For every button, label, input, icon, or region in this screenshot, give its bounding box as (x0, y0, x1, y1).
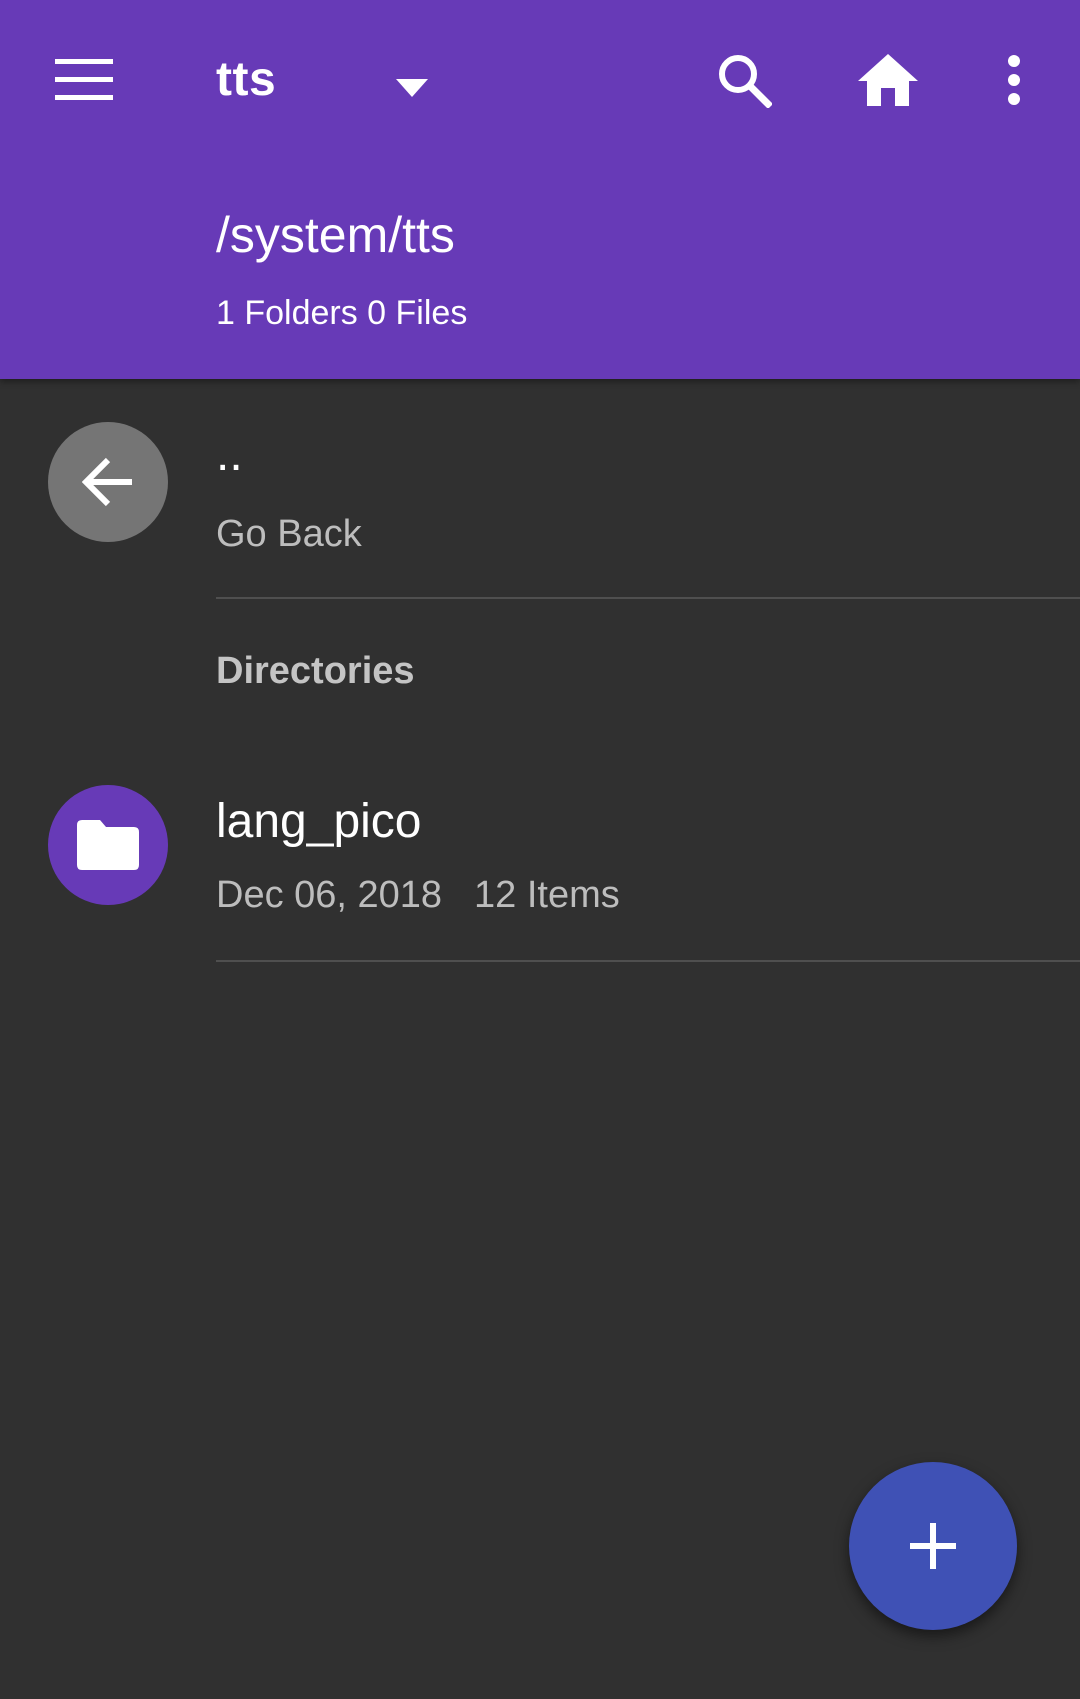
folder-item-count: 12 Items (474, 874, 620, 916)
arrow-back-icon (82, 457, 132, 507)
folder-name: lang_pico (216, 795, 422, 848)
add-icon (910, 1523, 956, 1569)
folder-icon (77, 820, 139, 870)
menu-button[interactable] (40, 40, 128, 120)
home-icon (858, 54, 918, 106)
app-bar: tts /system/tts 1 Folders 0 Files (0, 0, 1080, 379)
go-back-item[interactable]: .. Go Back (0, 379, 1080, 601)
go-back-title: .. (216, 428, 243, 481)
go-back-avatar (48, 422, 168, 542)
dropdown-button[interactable] (380, 60, 444, 116)
folder-date: Dec 06, 2018 (216, 874, 443, 916)
folder-file-count: 1 Folders 0 Files (216, 294, 468, 332)
section-header-directories: Directories (216, 650, 415, 692)
add-fab-button[interactable] (849, 1462, 1017, 1630)
search-button[interactable] (700, 40, 788, 120)
go-back-subtitle: Go Back (216, 513, 362, 555)
more-options-button[interactable] (984, 40, 1044, 120)
folder-avatar (48, 785, 168, 905)
list-item-lang-pico[interactable]: lang_pico Dec 06, 2018 12 Items (0, 740, 1080, 962)
current-path: /system/tts (216, 207, 455, 263)
app-title[interactable]: tts (216, 52, 276, 107)
divider (216, 597, 1080, 599)
menu-icon (55, 59, 113, 100)
divider (216, 960, 1080, 962)
more-vert-icon (1008, 55, 1020, 105)
search-icon (719, 55, 772, 108)
home-button[interactable] (844, 40, 932, 120)
dropdown-arrow-icon (396, 79, 428, 97)
